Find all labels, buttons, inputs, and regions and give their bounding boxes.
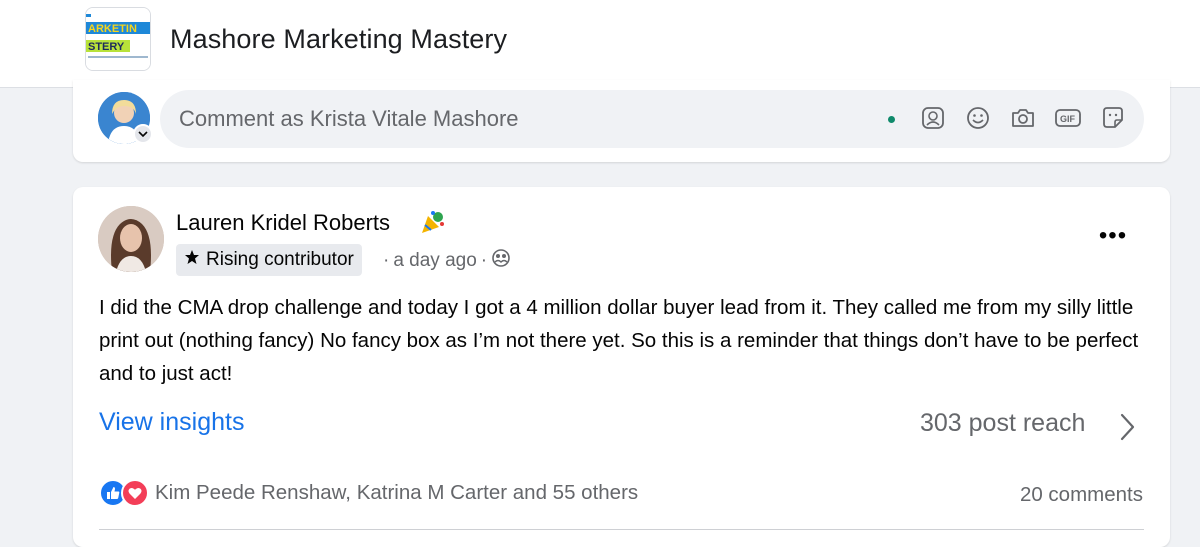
star-icon	[184, 249, 200, 271]
more-options-button[interactable]: •••	[1093, 221, 1133, 251]
group-header: ARKETIN STERY Mashore Marketing Mastery	[0, 0, 1200, 88]
view-insights-link[interactable]: View insights	[99, 408, 244, 437]
meta-separator: ·	[480, 250, 488, 271]
gif-icon[interactable]: GIF	[1054, 104, 1082, 132]
sticker-icon[interactable]	[1099, 104, 1127, 132]
chevron-down-icon[interactable]	[133, 124, 153, 144]
party-emoji-icon	[419, 208, 447, 236]
badge-label: Rising contributor	[206, 249, 354, 270]
online-status-dot	[888, 116, 895, 123]
comments-count[interactable]: 20 comments	[1020, 483, 1143, 507]
avatar-sticker-icon[interactable]	[919, 104, 947, 132]
group-title[interactable]: Mashore Marketing Mastery	[170, 24, 507, 55]
rising-contributor-badge[interactable]: Rising contributor	[176, 244, 362, 276]
group-logo-icon[interactable]: ARKETIN STERY	[85, 7, 151, 71]
post-card: Lauren Kridel Roberts Rising contributor…	[73, 187, 1170, 547]
svg-text:GIF: GIF	[1060, 114, 1076, 124]
author-name[interactable]: Lauren Kridel Roberts	[176, 210, 390, 236]
group-privacy-icon	[491, 248, 511, 274]
camera-icon[interactable]	[1009, 104, 1037, 132]
post-meta: · a day ago ·	[383, 248, 511, 274]
svg-text:STERY: STERY	[88, 41, 125, 53]
post-body-text: I did the CMA drop challenge and today I…	[99, 296, 1139, 385]
comment-input[interactable]	[160, 90, 1144, 148]
emoji-icon[interactable]	[964, 104, 992, 132]
divider	[99, 529, 1144, 530]
love-reaction-icon	[121, 479, 149, 507]
reactors-names: Kim Peede Renshaw, Katrina M Carter and …	[155, 481, 639, 504]
post-reach-text[interactable]: 303 post reach	[920, 409, 1085, 438]
author-avatar[interactable]	[98, 206, 164, 272]
comment-composer: GIF	[73, 80, 1170, 162]
post-timestamp[interactable]: a day ago	[393, 250, 476, 272]
svg-text:ARKETIN: ARKETIN	[88, 23, 137, 35]
chevron-right-icon[interactable]	[1113, 410, 1141, 444]
meta-separator: ·	[383, 250, 390, 271]
reactions-summary[interactable]: Kim Peede Renshaw, Katrina M Carter and …	[99, 479, 638, 507]
